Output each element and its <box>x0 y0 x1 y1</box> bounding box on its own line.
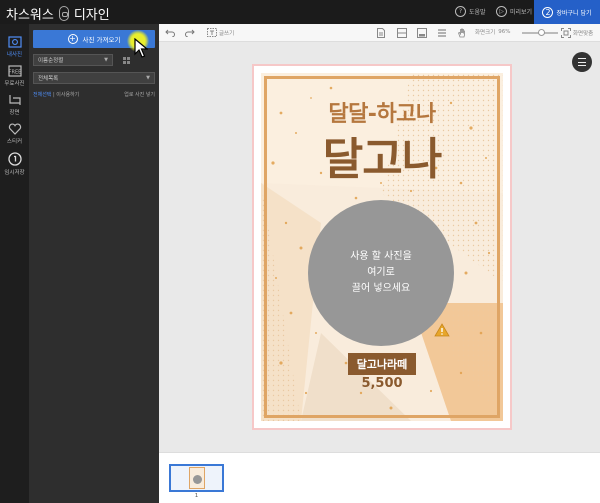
page-number: 1 <box>194 493 199 499</box>
photo-drop-zone[interactable]: 사용 할 사진을 여기로 끌어 넣으세요 <box>308 200 454 346</box>
help-button[interactable]: ? 도움말 <box>455 6 486 17</box>
add-photo-label: 사진 가져오기 <box>82 36 121 44</box>
redo-button[interactable] <box>185 28 195 37</box>
nav-item-stickers[interactable]: 스티커 <box>0 123 29 145</box>
step-number-icon: 2 <box>542 6 554 18</box>
left-nav: 내사진 FREE 무료사진 장면 스티커 임시저장 <box>0 24 29 503</box>
text-tool-icon <box>207 28 217 37</box>
sort-select-value: 이름순정렬 <box>38 58 64 64</box>
nav-item-my-photos[interactable]: 내사진 <box>0 36 29 58</box>
brand-prefix: 차스워스 <box>6 8 54 23</box>
photo-icon <box>7 36 22 48</box>
brand-suffix: 디자인 <box>73 8 110 23</box>
select-links: 전체선택 | 이사용하기 <box>33 92 80 98</box>
preview-label: 미리보기 <box>510 9 533 16</box>
top-bar: 차스워스 디자인 ? 도움말 ▷ 미리보기 2 장바구니 담기 <box>0 0 600 24</box>
select-all-link[interactable]: 전체선택 <box>33 92 51 98</box>
undo-button[interactable] <box>165 28 175 37</box>
page-thumbnail-bar <box>159 452 600 503</box>
save-icon <box>7 152 22 166</box>
document-icon <box>377 28 385 38</box>
nav-label: 임시저장 <box>4 170 25 176</box>
poster-title[interactable]: 달고나 <box>261 123 503 187</box>
chevron-down-icon: ▼ <box>104 57 108 63</box>
folder-select-value: 전체목록 <box>38 76 59 82</box>
nav-label: 무료사진 <box>4 81 25 87</box>
zoom-readout: 화면크기 96% <box>475 28 510 36</box>
photo-panel: + 사진 가져오기 이름순정렬 ▼ 전체목록 ▼ 전체선택 | 이사용하기 업로… <box>29 24 159 503</box>
play-circle-icon: ▷ <box>496 6 507 17</box>
nav-item-scenes[interactable]: 장면 <box>0 94 29 116</box>
cart-label: 장바구니 담기 <box>556 9 592 17</box>
drop-zone-line: 여기로 <box>367 267 395 278</box>
hand-tool-button[interactable] <box>457 28 467 38</box>
zoom-slider-handle[interactable] <box>538 29 546 36</box>
sort-select[interactable]: 이름순정렬 ▼ <box>33 54 113 66</box>
zoom-value: 96% <box>498 29 511 35</box>
warning-icon[interactable] <box>434 323 450 337</box>
folder-select[interactable]: 전체목록 ▼ <box>33 72 155 84</box>
menu-price[interactable]: 5,500 <box>348 376 416 391</box>
fit-screen-icon <box>561 28 571 38</box>
drop-zone-line: 끌어 넣으세요 <box>351 283 411 294</box>
menu-label[interactable]: 달고나라떼 <box>348 353 416 375</box>
chevron-down-icon: ▼ <box>146 75 150 81</box>
brand-logo: 차스워스 디자인 <box>6 4 110 23</box>
fit-screen-label: 화면맞춤 <box>573 31 594 37</box>
layout-button[interactable] <box>397 28 407 38</box>
insert-photo-link[interactable]: 업로 사진 넣기 <box>124 91 155 98</box>
page-setup-button[interactable] <box>377 28 385 38</box>
nav-label: 장면 <box>9 110 20 116</box>
nav-item-temp-save[interactable]: 임시저장 <box>0 152 29 176</box>
drop-zone-line: 사용 할 사진을 <box>350 251 412 262</box>
brand-mark-icon <box>58 6 69 21</box>
text-tool-label: 글쓰기 <box>219 30 235 37</box>
redo-icon <box>185 29 195 37</box>
text-tool-button[interactable]: 글쓰기 <box>207 28 234 37</box>
nav-item-free-photos[interactable]: FREE 무료사진 <box>0 65 29 87</box>
grid-view-icon[interactable] <box>123 57 130 64</box>
editor-toolbar: 글쓰기 화면크기 96% 화면맞춤 <box>159 24 600 42</box>
zoom-label: 화면크기 <box>475 30 496 36</box>
nav-label: 내사진 <box>6 52 23 58</box>
plus-icon: + <box>67 34 78 44</box>
scene-icon <box>8 95 21 105</box>
layers-menu-button[interactable] <box>572 52 592 72</box>
background-icon <box>417 28 427 38</box>
heart-icon <box>8 123 21 135</box>
align-icon <box>438 29 446 37</box>
fit-screen-button[interactable]: 화면맞춤 <box>561 28 593 38</box>
svg-text:FREE: FREE <box>8 70 21 76</box>
preview-button[interactable]: ▷ 미리보기 <box>496 6 532 17</box>
thumbnail-preview <box>189 467 205 489</box>
background-button[interactable] <box>417 28 427 38</box>
question-icon: ? <box>455 6 466 17</box>
help-label: 도움말 <box>469 9 486 16</box>
nav-label: 스티커 <box>6 139 23 145</box>
layout-icon <box>397 28 407 38</box>
align-button[interactable] <box>437 28 447 38</box>
mouse-cursor-icon <box>134 38 148 58</box>
use-selected-link[interactable]: 이사용하기 <box>56 92 79 98</box>
add-to-cart-button[interactable]: 2 장바구니 담기 <box>534 0 600 24</box>
panel-links: 전체선택 | 이사용하기 업로 사진 넣기 <box>33 91 155 98</box>
free-photo-icon: FREE <box>7 65 22 77</box>
hand-icon <box>457 28 465 38</box>
undo-icon <box>165 29 175 37</box>
